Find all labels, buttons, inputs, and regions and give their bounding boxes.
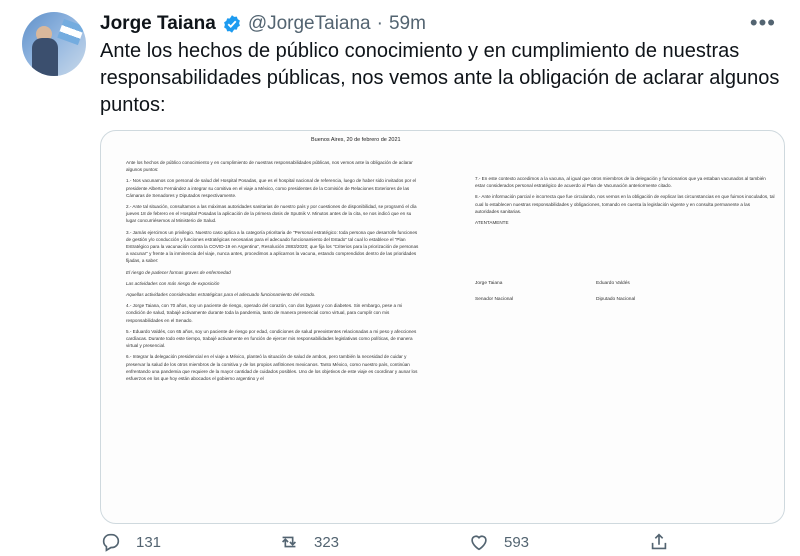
doc-paragraph: 3.- Jamás ejercimos un privilegio. Nuest… [126,229,419,264]
signature-name: Jorge Taiana [475,281,503,286]
author-handle[interactable]: @JorgeTaiana [248,13,371,35]
heart-icon [471,535,487,551]
retweet-button[interactable]: 323 [278,531,339,553]
tweet-image[interactable]: Buenos Aires, 20 de febrero de 2021 Ante… [100,130,785,524]
verified-badge-icon [222,14,242,34]
doc-paragraph: 6.- Integrar la delegación presidencial … [126,354,418,382]
doc-paragraph: Ante los hechos de público conocimiento … [126,160,413,173]
share-icon [651,533,667,550]
document-image: Buenos Aires, 20 de febrero de 2021 Ante… [101,131,784,523]
like-button[interactable]: 593 [468,531,529,553]
signature-role: Senador Nacional [475,297,514,302]
share-button[interactable] [648,531,670,553]
separator-dot: · [376,13,383,34]
doc-paragraph: 2.- Ante tal situación, consultamos a la… [126,204,417,224]
doc-paragraph: 5.- Eduardo Valdés, con 65 años, soy un … [126,328,417,349]
avatar[interactable] [22,12,86,76]
retweet-count: 323 [314,533,340,551]
tweet-header: Jorge Taiana @JorgeTaiana · 59m [100,10,426,38]
retweet-icon [281,536,297,548]
signature-name: Eduardo Valdés [596,281,630,286]
document-right-column: 7.- En este contexto accedimos a la vacu… [475,175,775,230]
flag-image [57,18,85,46]
reply-button[interactable]: 131 [100,531,161,553]
doc-paragraph: 7.- En este contexto accedimos a la vacu… [475,176,766,189]
reply-icon [102,533,120,552]
doc-bullet: Aquellas actividades consideradas estrat… [126,292,316,298]
doc-paragraph: 1.- Nos vacunamos con personal de salud … [126,178,417,198]
avatar-figure [32,38,58,76]
document-left-column: Ante los hechos de público conocimiento … [126,159,421,386]
doc-bullet: El riesgo de padecer formas graves de en… [126,269,231,275]
like-count: 593 [504,533,530,551]
reply-count: 131 [136,533,162,551]
timestamp[interactable]: 59m [389,13,426,35]
author-name[interactable]: Jorge Taiana [100,13,216,35]
doc-closing: ATENTAMENTE [475,220,509,226]
doc-bullet: Las actividades con más riesgo de exposi… [126,280,220,286]
document-date: Buenos Aires, 20 de febrero de 2021 [311,137,401,143]
more-options-icon[interactable]: ••• [750,10,776,36]
tweet-actions: 131 323 593 [100,530,680,554]
tweet-text: Ante los hechos de público conocimiento … [100,40,780,116]
signature-role: Diputado Nacional [596,297,636,302]
doc-paragraph: 4.- Jorge Taiana, con 70 años, soy un pa… [126,303,403,323]
doc-paragraph: 8.- Ante información parcial e incorrect… [475,194,775,214]
